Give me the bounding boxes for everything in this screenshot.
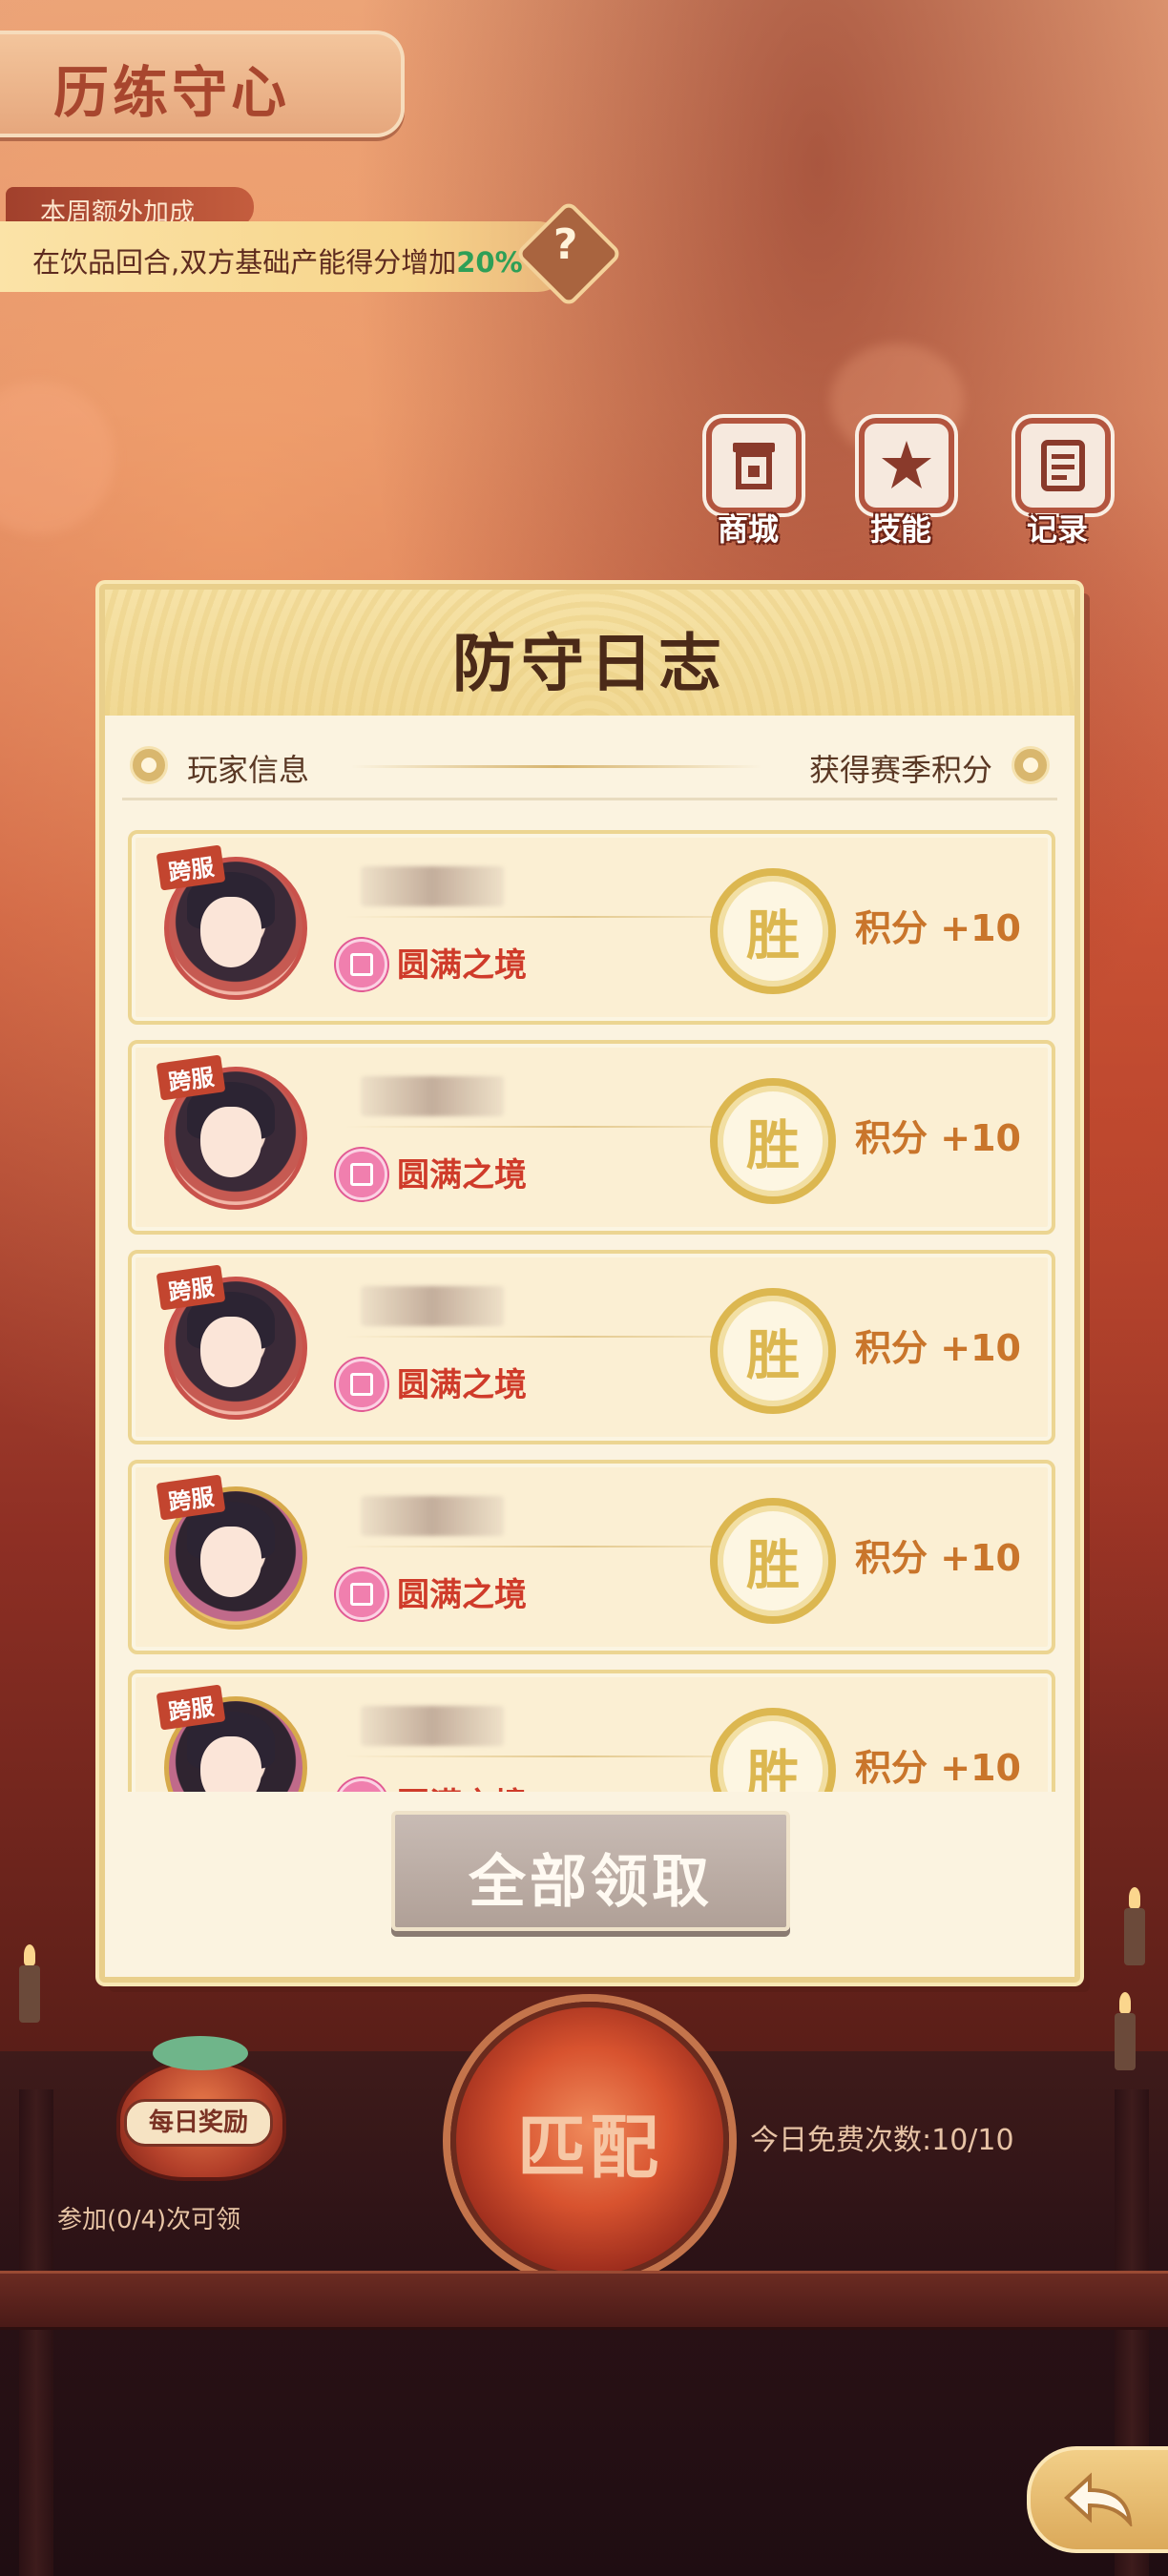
weekly-bonus-bar: 在饮品回合,双方基础产能得分增加20%: [0, 221, 573, 292]
weekly-bonus-value: 20%: [456, 246, 523, 279]
avatar[interactable]: 跨服: [156, 1264, 307, 1422]
daily-reward-chest[interactable]: 每日奖励: [103, 2015, 294, 2206]
log-entry: 跨服 圆满之境 胜 积分 +10: [128, 1670, 1055, 1792]
avatar[interactable]: 跨服: [156, 1474, 307, 1631]
log-entry: 跨服 圆满之境 胜 积分 +10: [128, 1460, 1055, 1654]
decor-lamp: [1115, 1992, 1136, 2070]
column-header: 玩家信息 获得赛季积分: [105, 742, 1074, 800]
score-label: 积分 +10: [855, 907, 1021, 949]
page-title-plaque: 历练守心: [0, 31, 405, 137]
flower-icon: [1012, 746, 1050, 784]
weekly-bonus-text: 在饮品回合,双方基础产能得分增加20%: [32, 246, 523, 279]
victory-seal: 胜: [710, 868, 836, 994]
decor-rail: [0, 2271, 1168, 2330]
realm-label: 圆满之境: [397, 1156, 527, 1195]
free-attempts-count: 今日免费次数:10/10: [750, 2124, 1014, 2157]
decor-pillar: [19, 2089, 53, 2576]
victory-seal: 胜: [710, 1078, 836, 1204]
realm-label: 圆满之境: [397, 1366, 527, 1404]
record-icon: [1015, 418, 1111, 513]
realm-label: 圆满之境: [397, 946, 527, 985]
dialog-header: 防守日志: [105, 590, 1074, 716]
record-label: 记录: [1026, 511, 1088, 548]
back-arrow-icon: [1064, 2472, 1133, 2526]
claim-all-button[interactable]: 全部领取: [391, 1811, 790, 1931]
column-season-points: 获得赛季积分: [808, 752, 992, 788]
skill-label: 技能: [869, 511, 931, 548]
player-name-blurred: [361, 1706, 504, 1746]
header-divider: [351, 765, 761, 768]
log-list[interactable]: 跨服 圆满之境 胜 积分 +10 跨服 圆满之境 胜 积分 +10 跨服 圆满之…: [122, 830, 1057, 1792]
realm-icon: [336, 1149, 387, 1200]
log-entry: 跨服 圆满之境 胜 积分 +10: [128, 1250, 1055, 1444]
player-name-blurred: [361, 1496, 504, 1536]
victory-seal: 胜: [710, 1288, 836, 1414]
result-label: 胜: [746, 1114, 800, 1177]
player-name-blurred: [361, 866, 504, 906]
result-label: 胜: [746, 1534, 800, 1597]
score-label: 积分 +10: [855, 1537, 1021, 1579]
result-label: 胜: [746, 1744, 800, 1792]
match-button[interactable]: 匹配: [450, 2002, 729, 2280]
shop-icon: [706, 418, 802, 513]
score-label: 积分 +10: [855, 1747, 1021, 1789]
result-label: 胜: [746, 904, 800, 967]
score-label: 积分 +10: [855, 1327, 1021, 1369]
score-label: 积分 +10: [855, 1117, 1021, 1159]
record-button[interactable]: 记录: [1000, 418, 1115, 561]
skill-button[interactable]: 技能: [844, 418, 958, 561]
realm-icon: [336, 1778, 387, 1792]
flower-icon: [130, 746, 168, 784]
avatar[interactable]: 跨服: [156, 844, 307, 1002]
dialog-title: 防守日志: [452, 626, 727, 700]
back-button[interactable]: [1027, 2446, 1168, 2553]
realm-label: 圆满之境: [397, 1576, 527, 1614]
realm-icon: [336, 939, 387, 990]
match-label: 匹配: [516, 2107, 662, 2188]
avatar[interactable]: 跨服: [156, 1684, 307, 1792]
shop-label: 商城: [717, 511, 779, 548]
column-player-info: 玩家信息: [187, 752, 310, 788]
player-name-blurred: [361, 1076, 504, 1116]
daily-reward-label: 每日奖励: [124, 2099, 273, 2147]
avatar[interactable]: 跨服: [156, 1054, 307, 1212]
decor-lamp: [19, 1944, 40, 2023]
daily-reward-caption: 参加(0/4)次可领: [57, 2206, 241, 2234]
header-underline: [122, 798, 1057, 800]
page-title: 历练守心: [53, 60, 291, 125]
player-name-blurred: [361, 1286, 504, 1326]
shop-button[interactable]: 商城: [691, 418, 805, 561]
log-entry: 跨服 圆满之境 胜 积分 +10: [128, 1040, 1055, 1235]
victory-seal: 胜: [710, 1498, 836, 1624]
realm-icon: [336, 1568, 387, 1620]
result-label: 胜: [746, 1324, 800, 1387]
skill-icon: [859, 418, 954, 513]
decor-lamp: [1124, 1887, 1145, 1965]
defense-log-dialog: 防守日志 玩家信息 获得赛季积分 跨服 圆满之境 胜 积分 +10 跨服 圆满之…: [99, 584, 1080, 1983]
realm-icon: [336, 1359, 387, 1410]
victory-seal: 胜: [710, 1708, 836, 1792]
log-entry: 跨服 圆满之境 胜 积分 +10: [128, 830, 1055, 1025]
help-icon: ?: [553, 219, 578, 269]
claim-all-label: 全部领取: [469, 1849, 713, 1916]
realm-label: 圆满之境: [397, 1778, 527, 1792]
